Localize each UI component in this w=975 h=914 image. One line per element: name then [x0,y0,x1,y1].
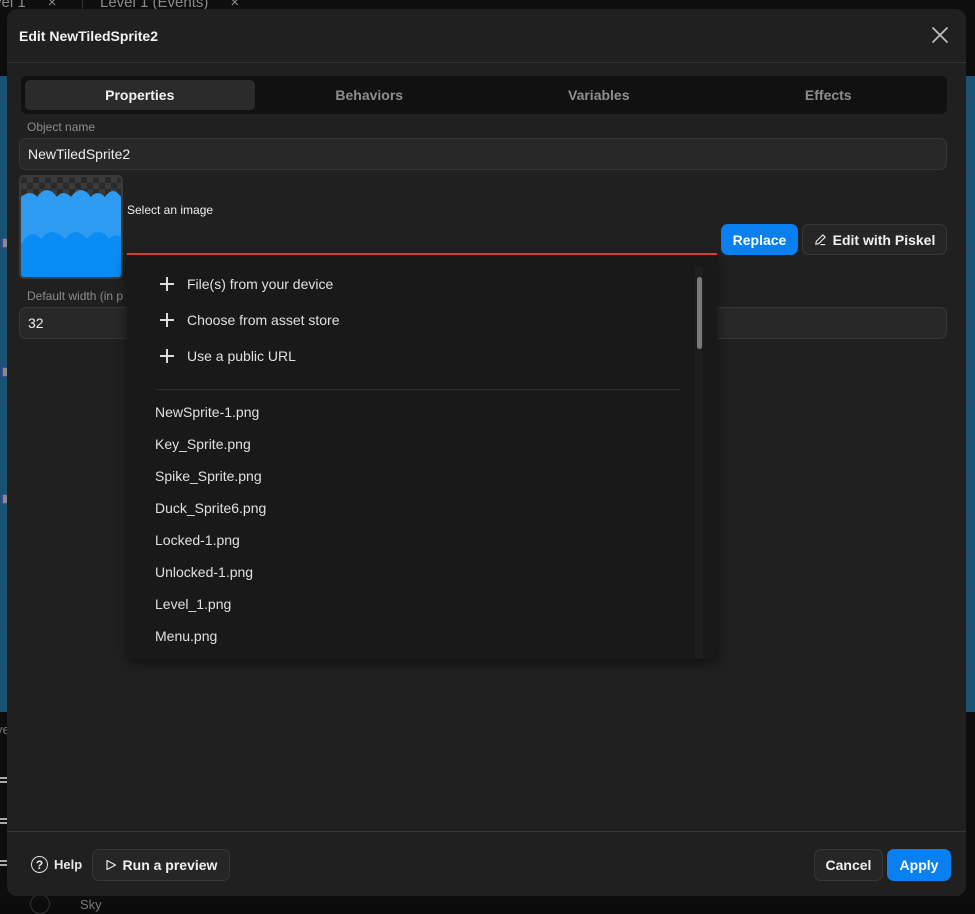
plus-icon [159,312,175,328]
dropdown-item[interactable]: NewSprite-1.png [155,404,259,420]
help-icon: ? [31,856,48,873]
dropdown-divider [155,389,680,390]
tab-behaviors[interactable]: Behaviors [255,80,485,110]
dropdown-action-label: File(s) from your device [187,276,333,292]
dropdown-action-label: Use a public URL [187,348,296,364]
close-icon [931,26,949,44]
object-name-input[interactable]: NewTiledSprite2 [19,138,947,170]
dropdown-item[interactable]: Unlocked-1.png [155,564,253,580]
sprite-thumbnail[interactable] [19,175,123,279]
play-icon [105,859,117,871]
default-width-label: Default width (in p [27,289,123,303]
layer-visibility-icon[interactable] [30,894,50,914]
dropdown-item[interactable]: Spike_Sprite.png [155,468,262,484]
dropdown-item[interactable]: Locked-1.png [155,532,240,548]
dialog-header: Edit NewTiledSprite2 [7,9,966,63]
plus-icon [159,348,175,364]
dropdown-item[interactable]: Duck_Sprite6.png [155,500,266,516]
run-preview-button[interactable]: Run a preview [92,849,230,881]
edit-with-piskel-button[interactable]: Edit with Piskel [802,224,947,255]
tab-effects[interactable]: Effects [714,80,944,110]
tab-bar: Properties Behaviors Variables Effects [21,76,947,114]
select-image-label: Select an image [127,203,213,217]
run-preview-label: Run a preview [123,857,218,873]
dropdown-action-label: Choose from asset store [187,312,340,328]
help-label: Help [54,857,82,872]
dropdown-scrollbar-thumb[interactable] [697,277,702,349]
help-button[interactable]: ? Help [31,856,82,873]
close-button[interactable] [931,26,949,44]
dropdown-action-asset-store[interactable]: Choose from asset store [159,308,340,332]
dropdown-action-public-url[interactable]: Use a public URL [159,344,296,368]
edit-object-dialog: Edit NewTiledSprite2 Properties Behavior… [7,9,966,896]
dropdown-item[interactable]: Level_1.png [155,596,231,612]
object-name-label: Object name [27,120,95,134]
dropdown-action-upload-file[interactable]: File(s) from your device [159,272,333,296]
pencil-icon [814,233,827,246]
tab-properties[interactable]: Properties [25,80,255,110]
image-select-dropdown: File(s) from your device Choose from ass… [127,255,717,659]
cancel-button[interactable]: Cancel [814,849,883,881]
dialog-title: Edit NewTiledSprite2 [19,28,158,44]
tiled-sprite-preview-icon [21,177,121,277]
replace-button[interactable]: Replace [721,224,798,255]
dialog-footer: ? Help Run a preview Cancel Apply [7,831,966,896]
dropdown-item[interactable]: Menu.png [155,628,217,644]
apply-button[interactable]: Apply [887,849,951,881]
plus-icon [159,276,175,292]
edit-with-piskel-label: Edit with Piskel [833,232,936,248]
tab-variables[interactable]: Variables [484,80,714,110]
dropdown-item[interactable]: Key_Sprite.png [155,436,251,452]
